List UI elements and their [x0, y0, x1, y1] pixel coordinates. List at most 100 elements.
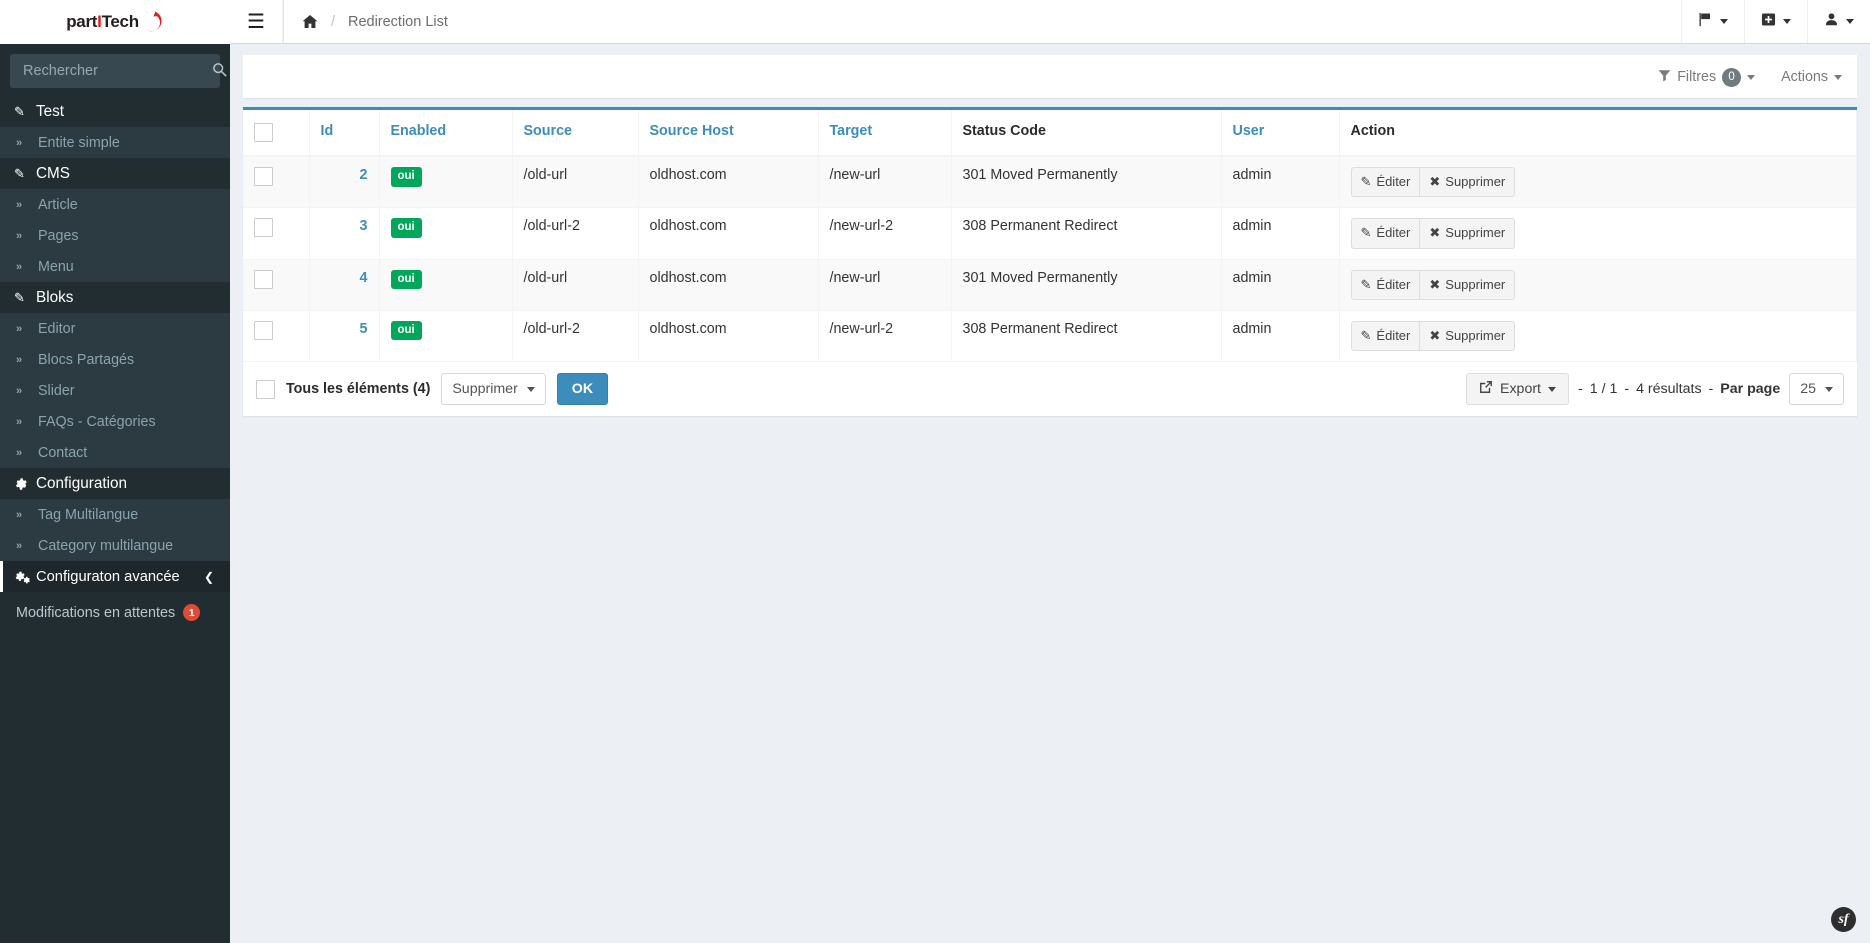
sidebar-item-cms[interactable]: ✎ CMS: [0, 158, 230, 189]
chevron-double-right-icon: »: [16, 415, 23, 428]
chevron-double-right-icon: »: [16, 446, 23, 459]
chevron-left-icon[interactable]: ❮: [204, 570, 214, 584]
sidebar-item-category-multilangue[interactable]: » Category multilangue: [0, 530, 230, 561]
pencil-icon: ✎: [14, 103, 25, 119]
chevron-double-right-icon: »: [16, 508, 23, 521]
delete-button[interactable]: ✖ Supprimer: [1420, 320, 1516, 351]
brand-logo[interactable]: partITech: [0, 0, 230, 44]
row-action-group: ✎ Éditer ✖ Supprimer: [1350, 218, 1516, 249]
sidebar-item-pages[interactable]: » Pages: [0, 220, 230, 251]
sidebar-item-editor[interactable]: » Editor: [0, 313, 230, 344]
pager-dash-3: -: [1708, 381, 1714, 397]
chevron-double-right-icon: »: [16, 539, 23, 552]
column-header-source-host[interactable]: Source Host: [638, 110, 819, 157]
edit-button-label: Éditer: [1376, 225, 1411, 241]
select-all-checkbox[interactable]: [254, 123, 273, 142]
sidebar-item-contact[interactable]: » Contact: [0, 437, 230, 468]
symfony-debug-badge[interactable]: sf: [1831, 907, 1856, 932]
sidebar-item-test[interactable]: ✎ Test: [0, 96, 230, 127]
home-icon[interactable]: [302, 14, 318, 29]
sidebar-item-entite-simple[interactable]: » Entite simple: [0, 127, 230, 158]
user-dropdown[interactable]: [1807, 0, 1870, 43]
chevron-double-right-icon: »: [16, 198, 23, 211]
cell-id[interactable]: 4: [309, 259, 380, 311]
search-box[interactable]: [10, 54, 227, 88]
column-header-enabled[interactable]: Enabled: [379, 110, 513, 157]
plus-square-icon: [1761, 12, 1776, 32]
sidebar-item-label: Blocs Partagés: [38, 351, 135, 368]
cell-source-host: oldhost.com: [638, 207, 819, 260]
pencil-icon: ✎: [14, 289, 25, 305]
pencil-icon: ✎: [1360, 327, 1372, 343]
table-row: 2 oui /old-url oldhost.com /new-url 301 …: [243, 156, 1857, 209]
actions-label: Actions: [1781, 69, 1828, 85]
brand-swoosh-icon: [138, 9, 164, 35]
main-area: ☰ / Redirection List Filtres 0 Actions I…: [230, 0, 1870, 943]
export-button[interactable]: Export: [1466, 373, 1570, 405]
times-icon: ✖: [1429, 174, 1441, 189]
external-share-icon: [1479, 380, 1493, 398]
pending-modifications[interactable]: Modifications en attentes 1: [0, 592, 230, 633]
sidebar-item-label: CMS: [36, 164, 70, 182]
search-input[interactable]: [21, 62, 212, 80]
add-dropdown[interactable]: [1744, 0, 1807, 43]
sidebar-item-label: Entite simple: [38, 134, 120, 151]
sidebar-item-label: Contact: [38, 444, 88, 461]
sidebar-item-bloks[interactable]: ✎ Bloks: [0, 282, 230, 313]
cell-source-host: oldhost.com: [638, 259, 819, 311]
per-page-select[interactable]: 25: [1789, 373, 1844, 405]
sidebar-item-configuraton-avancee[interactable]: Configuraton avancée ❮: [0, 561, 230, 592]
edit-button[interactable]: ✎ Éditer: [1350, 320, 1421, 351]
sidebar-item-label: Bloks: [36, 288, 74, 306]
chevron-down-icon: [1747, 74, 1756, 80]
sidebar-menu: ✎ Test » Entite simple ✎ CMS » Article »…: [0, 96, 230, 592]
delete-button[interactable]: ✖ Supprimer: [1420, 269, 1516, 300]
sidebar-item-blocs-partages[interactable]: » Blocs Partagés: [0, 344, 230, 375]
ok-button[interactable]: OK: [556, 373, 609, 405]
sidebar-item-label: Pages: [38, 227, 79, 244]
export-button-label: Export: [1500, 381, 1542, 397]
cell-source: /old-url: [512, 259, 639, 311]
times-icon: ✖: [1429, 327, 1441, 343]
edit-button[interactable]: ✎ Éditer: [1350, 167, 1421, 198]
sidebar-item-tag-multilangue[interactable]: » Tag Multilangue: [0, 499, 230, 530]
bulk-action-select[interactable]: Supprimer: [441, 373, 546, 405]
delete-button[interactable]: ✖ Supprimer: [1420, 218, 1516, 249]
row-checkbox[interactable]: [254, 320, 273, 340]
edit-button[interactable]: ✎ Éditer: [1350, 269, 1421, 300]
sidebar-item-label: Editor: [38, 320, 76, 337]
cell-id[interactable]: 2: [309, 156, 380, 209]
status-badge: oui: [390, 218, 422, 238]
column-header-id[interactable]: Id: [309, 110, 380, 157]
actions-dropdown[interactable]: Actions: [1781, 69, 1842, 85]
list-toolbar: Filtres 0 Actions: [243, 55, 1857, 98]
sidebar-item-article[interactable]: » Article: [0, 189, 230, 220]
cell-user: admin: [1221, 259, 1340, 311]
table-footer: Tous les éléments (4) Supprimer OK Expor…: [243, 362, 1857, 416]
column-header-target[interactable]: Target: [818, 110, 952, 157]
search-icon[interactable]: [212, 62, 227, 80]
cell-target: /new-url: [818, 259, 952, 311]
delete-button[interactable]: ✖ Supprimer: [1420, 167, 1516, 198]
sidebar-item-configuration[interactable]: Configuration: [0, 468, 230, 499]
cell-id[interactable]: 5: [309, 310, 380, 363]
row-checkbox[interactable]: [254, 269, 273, 289]
row-checkbox[interactable]: [254, 218, 273, 238]
sidebar-item-faqs-categories[interactable]: » FAQs - Catégories: [0, 406, 230, 437]
filters-dropdown[interactable]: Filtres 0: [1658, 67, 1756, 87]
column-header-user[interactable]: User: [1221, 110, 1340, 157]
column-header-source[interactable]: Source: [512, 110, 639, 157]
row-checkbox[interactable]: [254, 167, 273, 186]
breadcrumb-separator: /: [330, 13, 335, 30]
edit-button[interactable]: ✎ Éditer: [1350, 218, 1421, 249]
times-icon: ✖: [1429, 276, 1441, 292]
sidebar-item-menu[interactable]: » Menu: [0, 251, 230, 282]
hamburger-icon: ☰: [247, 10, 265, 33]
sidebar-toggle-button[interactable]: ☰: [230, 0, 283, 43]
delete-button-label: Supprimer: [1445, 327, 1506, 343]
topbar: ☰ / Redirection List: [230, 0, 1870, 44]
sidebar-item-slider[interactable]: » Slider: [0, 375, 230, 406]
cell-id[interactable]: 3: [309, 207, 380, 260]
select-all-footer-checkbox[interactable]: [256, 379, 275, 399]
language-dropdown[interactable]: [1681, 0, 1744, 43]
